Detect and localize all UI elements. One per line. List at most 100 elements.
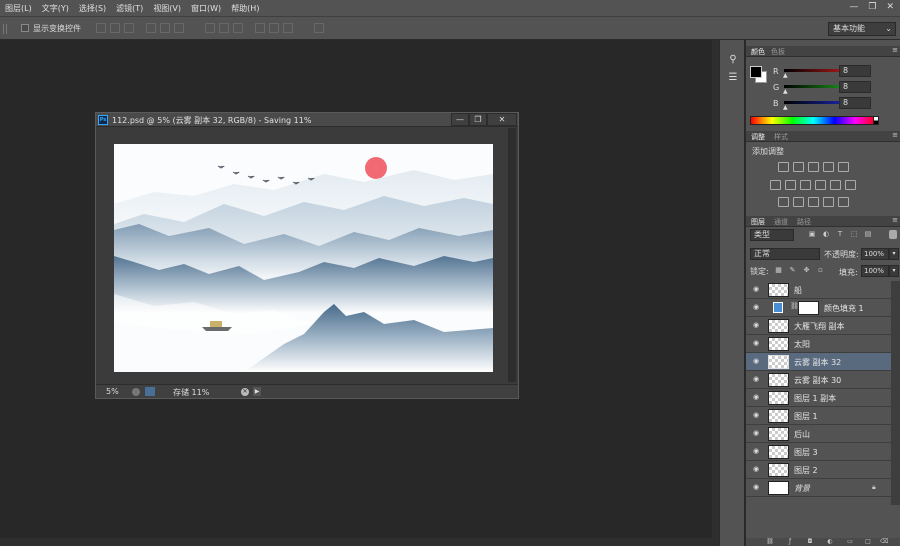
exposure-icon[interactable]: [823, 162, 834, 172]
tab-swatches[interactable]: 色板: [771, 47, 785, 57]
vibrance-icon[interactable]: [838, 162, 849, 172]
eye-icon[interactable]: ◉: [751, 285, 761, 293]
eye-icon[interactable]: ◉: [751, 375, 761, 383]
opacity-input[interactable]: 100%: [861, 248, 889, 260]
channel-mixer-icon[interactable]: [830, 180, 841, 190]
eye-icon[interactable]: ◉: [751, 465, 761, 473]
align-right-icon[interactable]: [174, 23, 184, 33]
fx-icon[interactable]: ƒ: [786, 538, 794, 546]
cancel-icon[interactable]: ✕: [241, 388, 249, 396]
vertical-scrollbar[interactable]: [712, 40, 719, 546]
red-value-input[interactable]: 8: [839, 65, 871, 77]
layer-row[interactable]: ◉ 图层 1 副本: [746, 389, 891, 407]
ink-landscape-painting[interactable]: [114, 144, 493, 372]
layer-filter-select[interactable]: 类型: [750, 229, 794, 241]
lock-transparent-icon[interactable]: ▦: [774, 266, 783, 275]
color-lookup-icon[interactable]: [845, 180, 856, 190]
color-profile-icon[interactable]: [145, 387, 155, 396]
minimize-button[interactable]: —: [849, 2, 858, 12]
link-layers-icon[interactable]: ⛓: [766, 538, 774, 546]
layer-row-selected[interactable]: ◉ 云雾 副本 32: [746, 353, 891, 371]
slider-thumb-icon[interactable]: ▲: [783, 73, 789, 79]
layer-row[interactable]: ◉ 图层 2: [746, 461, 891, 479]
filter-type-icon[interactable]: T: [836, 230, 844, 239]
status-menu-arrow-icon[interactable]: ▶: [253, 387, 261, 396]
preview-icon[interactable]: [132, 388, 140, 396]
posterize-icon[interactable]: [793, 197, 804, 207]
panel-menu-icon[interactable]: ≡: [892, 216, 898, 224]
distribute-vcenter-icon[interactable]: [219, 23, 229, 33]
foreground-color-swatch[interactable]: [750, 66, 762, 78]
lock-paint-icon[interactable]: ✎: [788, 266, 797, 275]
eye-icon[interactable]: ◉: [751, 339, 761, 347]
blend-mode-select[interactable]: 正常: [750, 248, 820, 260]
tab-adjustments[interactable]: 调整: [751, 132, 765, 142]
layer-row[interactable]: ◉ 太阳: [746, 335, 891, 353]
lock-all-icon[interactable]: ▫: [816, 266, 825, 275]
distribute-top-icon[interactable]: [205, 23, 215, 33]
filter-pixel-icon[interactable]: ▣: [808, 230, 816, 239]
selective-color-icon[interactable]: [823, 197, 834, 207]
doc-minimize-button[interactable]: —: [451, 113, 469, 126]
fill-dropdown-icon[interactable]: ▾: [889, 265, 899, 277]
layer-row[interactable]: ◉ 后山: [746, 425, 891, 443]
workspace-select[interactable]: 基本功能 ⌄: [828, 22, 896, 36]
filter-smart-object-icon[interactable]: ▤: [864, 230, 872, 239]
photo-filter-icon[interactable]: [815, 180, 826, 190]
restore-button[interactable]: ❐: [868, 2, 876, 12]
curves-icon[interactable]: [808, 162, 819, 172]
eye-icon[interactable]: ◉: [751, 393, 761, 401]
black-white-swatch[interactable]: [873, 116, 879, 125]
filter-adjustment-icon[interactable]: ◐: [822, 230, 830, 239]
levels-icon[interactable]: [793, 162, 804, 172]
layer-row[interactable]: ◉ 图层 3: [746, 443, 891, 461]
eye-icon[interactable]: ◉: [751, 303, 761, 311]
trash-icon[interactable]: ⌫: [880, 538, 888, 546]
menu-help[interactable]: 帮助(H): [226, 3, 264, 14]
blue-value-input[interactable]: 8: [839, 97, 871, 109]
eye-icon[interactable]: ◉: [751, 321, 761, 329]
distribute-left-icon[interactable]: [255, 23, 265, 33]
layer-row[interactable]: ◉ 大雁飞翔 副本: [746, 317, 891, 335]
layer-row[interactable]: ◉ 船: [746, 281, 891, 299]
tab-color[interactable]: 颜色: [751, 47, 765, 57]
tab-layers[interactable]: 图层: [751, 217, 765, 227]
slider-thumb-icon[interactable]: ▲: [783, 89, 789, 95]
new-group-icon[interactable]: ▭: [846, 538, 854, 546]
distribute-hcenter-icon[interactable]: [269, 23, 279, 33]
doc-close-button[interactable]: ✕: [487, 113, 517, 126]
threshold-icon[interactable]: [808, 197, 819, 207]
menu-filter[interactable]: 滤镜(T): [111, 3, 148, 14]
filter-toggle[interactable]: [889, 230, 897, 239]
slider-thumb-icon[interactable]: ▲: [783, 105, 789, 111]
eye-icon[interactable]: ◉: [751, 411, 761, 419]
distribute-right-icon[interactable]: [283, 23, 293, 33]
brightness-icon[interactable]: [778, 162, 789, 172]
properties-icon[interactable]: ☰: [726, 72, 740, 86]
auto-align-icon[interactable]: [314, 23, 324, 33]
new-adjustment-icon[interactable]: ◐: [826, 538, 834, 546]
menu-type[interactable]: 文字(Y): [37, 3, 74, 14]
doc-restore-button[interactable]: ❐: [469, 113, 487, 126]
green-value-input[interactable]: 8: [839, 81, 871, 93]
align-vcenter-icon[interactable]: [110, 23, 120, 33]
distribute-bottom-icon[interactable]: [233, 23, 243, 33]
gradient-map-icon[interactable]: [838, 197, 849, 207]
history-brush-icon[interactable]: ⚲: [726, 54, 740, 68]
tab-channels[interactable]: 通道: [774, 217, 788, 227]
horizontal-scrollbar[interactable]: [0, 538, 712, 546]
menu-select[interactable]: 选择(S): [74, 3, 111, 14]
document-titlebar[interactable]: Ps 112.psd @ 5% (云雾 副本 32, RGB/8) - Savi…: [96, 113, 518, 127]
layer-row[interactable]: ◉ ⛓ 颜色填充 1: [746, 299, 891, 317]
close-button[interactable]: ✕: [886, 2, 894, 12]
layers-scrollbar[interactable]: [891, 281, 900, 505]
layer-mask-thumbnail[interactable]: [798, 301, 819, 315]
opacity-dropdown-icon[interactable]: ▾: [889, 248, 899, 260]
add-mask-icon[interactable]: ◘: [806, 538, 814, 546]
panel-menu-icon[interactable]: ≡: [892, 131, 898, 139]
hue-saturation-icon[interactable]: [770, 180, 781, 190]
fill-input[interactable]: 100%: [861, 265, 889, 277]
layer-row[interactable]: ◉ 图层 1: [746, 407, 891, 425]
tab-paths[interactable]: 路径: [797, 217, 811, 227]
menu-layer[interactable]: 图层(L): [0, 3, 37, 14]
